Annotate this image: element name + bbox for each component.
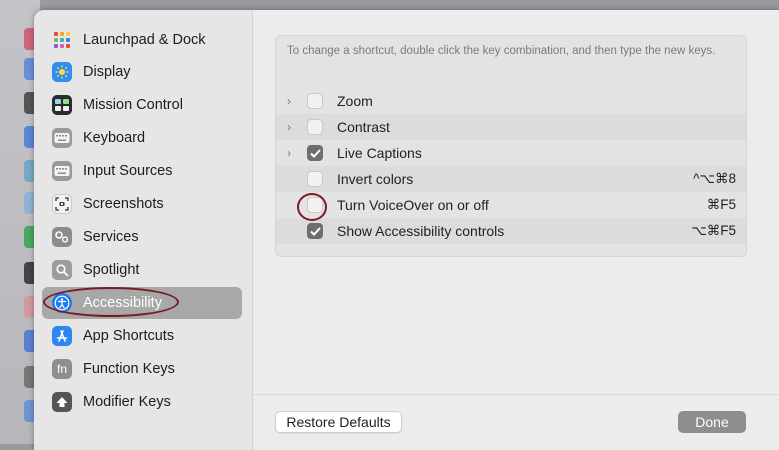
shortcut-keys[interactable]: ⌘F5: [707, 197, 736, 213]
shortcut-label: Contrast: [337, 119, 390, 135]
sidebar-item-label: Mission Control: [83, 97, 183, 113]
sidebar-item-function-keys[interactable]: fn Function Keys: [42, 353, 242, 385]
chevron-right-icon[interactable]: ›: [283, 94, 295, 108]
shortcuts-list-panel: To change a shortcut, double click the k…: [275, 35, 747, 257]
spotlight-icon: [52, 260, 72, 280]
sidebar-item-label: Keyboard: [83, 130, 146, 146]
chevron-right-icon[interactable]: ›: [283, 120, 295, 134]
app-shortcuts-icon: [52, 326, 72, 346]
sidebar-item-modifier-keys[interactable]: Modifier Keys: [42, 386, 242, 418]
shortcut-label: Zoom: [337, 93, 373, 109]
launchpad-icon: [52, 30, 72, 50]
services-icon: [52, 227, 72, 247]
shortcut-checkbox[interactable]: [307, 197, 323, 213]
modifier-keys-icon: [52, 392, 72, 412]
shortcut-label: Invert colors: [337, 171, 414, 187]
done-button[interactable]: Done: [678, 411, 746, 433]
shortcut-row-live-captions[interactable]: › Live Captions: [276, 140, 746, 166]
sidebar-item-app-shortcuts[interactable]: App Shortcuts: [42, 320, 242, 352]
function-keys-icon-text: fn: [56, 362, 67, 376]
sidebar-item-input-sources[interactable]: Input Sources: [42, 155, 242, 187]
input-sources-icon: [52, 161, 72, 181]
footer-divider: [253, 394, 779, 395]
shortcut-label: Live Captions: [337, 145, 422, 161]
sidebar-item-mission-control[interactable]: Mission Control: [42, 89, 242, 121]
sidebar-item-screenshots[interactable]: Screenshots: [42, 188, 242, 220]
sidebar-item-label: Services: [83, 229, 139, 245]
restore-defaults-button[interactable]: Restore Defaults: [275, 411, 402, 433]
instructions-text: To change a shortcut, double click the k…: [287, 45, 716, 57]
sidebar-item-label: Launchpad & Dock: [83, 32, 206, 48]
sidebar-item-label: Input Sources: [83, 163, 173, 179]
sidebar-item-label: Display: [83, 64, 131, 80]
shortcut-checkbox[interactable]: [307, 171, 323, 187]
shortcut-checkbox[interactable]: [307, 119, 323, 135]
chevron-right-icon[interactable]: ›: [283, 146, 295, 160]
sidebar-item-services[interactable]: Services: [42, 221, 242, 253]
shortcut-row-voiceover[interactable]: Turn VoiceOver on or off ⌘F5: [276, 192, 746, 218]
sidebar-item-spotlight[interactable]: Spotlight: [42, 254, 242, 286]
shortcut-row-invert-colors[interactable]: Invert colors ^⌥⌘8: [276, 166, 746, 192]
sidebar-item-launchpad-dock[interactable]: Launchpad & Dock: [42, 24, 242, 56]
shortcut-checkbox[interactable]: [307, 145, 323, 161]
accessibility-icon: [52, 293, 72, 313]
mission-control-icon: [52, 95, 72, 115]
shortcut-row-accessibility-controls[interactable]: Show Accessibility controls ⌥⌘F5: [276, 218, 746, 244]
sidebar-item-display[interactable]: Display: [42, 56, 242, 88]
shortcut-keys[interactable]: ⌥⌘F5: [691, 223, 736, 239]
sidebar-item-label: App Shortcuts: [83, 328, 175, 344]
sidebar-item-accessibility[interactable]: Accessibility: [42, 287, 242, 319]
shortcut-keys[interactable]: ^⌥⌘8: [693, 171, 736, 187]
sidebar-item-label: Modifier Keys: [83, 394, 171, 410]
sidebar-item-label: Spotlight: [83, 262, 140, 278]
sidebar-item-label: Function Keys: [83, 361, 175, 377]
shortcuts-pane: To change a shortcut, double click the k…: [253, 10, 779, 450]
shortcut-checkbox[interactable]: [307, 223, 323, 239]
keyboard-icon: [52, 128, 72, 148]
keyboard-shortcuts-window: Launchpad & Dock Display Mission Control: [34, 10, 779, 450]
shortcut-row-zoom[interactable]: › Zoom: [276, 88, 746, 114]
screenshots-icon: [52, 194, 72, 214]
function-keys-icon: fn: [52, 359, 72, 379]
sidebar-item-label: Screenshots: [83, 196, 164, 212]
shortcut-label: Turn VoiceOver on or off: [337, 197, 489, 213]
sidebar-item-label: Accessibility: [83, 295, 162, 311]
sidebar-item-keyboard[interactable]: Keyboard: [42, 122, 242, 154]
shortcut-categories-sidebar: Launchpad & Dock Display Mission Control: [34, 10, 253, 450]
shortcut-label: Show Accessibility controls: [337, 223, 505, 239]
shortcut-checkbox[interactable]: [307, 93, 323, 109]
display-icon: [52, 62, 72, 82]
shortcut-row-contrast[interactable]: › Contrast: [276, 114, 746, 140]
